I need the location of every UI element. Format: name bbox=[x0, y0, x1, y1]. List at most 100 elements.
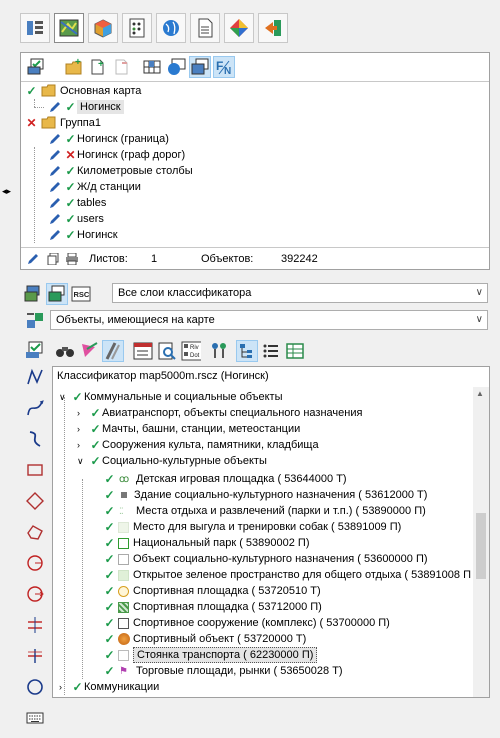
layers-list-icon[interactable] bbox=[20, 13, 50, 43]
chevron-down-icon[interactable]: ∨ bbox=[77, 456, 89, 467]
layer-select-dropdown[interactable]: Все слои классификатора ∨ bbox=[112, 283, 488, 303]
pencil-icon[interactable] bbox=[49, 213, 61, 225]
check-icon[interactable]: ✓ bbox=[89, 438, 102, 452]
pencil-icon[interactable] bbox=[27, 253, 39, 265]
tree-leaf[interactable]: ✓ Спортивный объект ( 53720000 Т) bbox=[103, 631, 306, 647]
tree-item-roads[interactable]: ✕ Ногинск (граф дорог) bbox=[49, 147, 185, 163]
table-view-icon[interactable] bbox=[284, 340, 306, 362]
tree-node-social-cultural[interactable]: ∨ ✓ Социально-культурные объекты bbox=[77, 453, 267, 469]
tree-leaf-selected[interactable]: ✓ Стоянка транспорта ( 62230000 П) bbox=[103, 647, 318, 663]
chevron-right-icon[interactable]: › bbox=[77, 440, 89, 450]
check-icon[interactable]: ✓ bbox=[64, 180, 77, 194]
add-document-icon[interactable]: + bbox=[87, 56, 109, 78]
list-view-icon[interactable] bbox=[260, 340, 282, 362]
parallel-line-icon[interactable] bbox=[24, 614, 46, 636]
chevron-right-icon[interactable]: › bbox=[77, 408, 89, 418]
splitter-arrows-icon[interactable]: ◂▸ bbox=[2, 186, 11, 197]
circle-tool-icon[interactable] bbox=[24, 676, 46, 698]
cube-icon[interactable] bbox=[88, 13, 118, 43]
tree-item-users[interactable]: ✓ users bbox=[49, 211, 104, 227]
check-icon[interactable]: ✓ bbox=[64, 132, 77, 146]
check-icon[interactable]: ✓ bbox=[64, 212, 77, 226]
tree-node-aviation[interactable]: › ✓ Авиатранспорт, объекты специального … bbox=[77, 405, 362, 421]
tree-leaf[interactable]: ✓ Спортивное сооружение (комплекс) ( 537… bbox=[103, 615, 389, 631]
pencil-icon[interactable] bbox=[49, 229, 61, 241]
exit-arrow-icon[interactable] bbox=[258, 13, 288, 43]
check-icon[interactable]: ✓ bbox=[103, 472, 116, 486]
pencil-icon[interactable] bbox=[49, 165, 61, 177]
check-icon[interactable]: ✓ bbox=[103, 648, 116, 662]
select-layers-icon[interactable] bbox=[25, 56, 47, 78]
map-grid-icon[interactable] bbox=[141, 56, 163, 78]
tree-leaf[interactable]: ✓ Здание социально-культурного назначени… bbox=[103, 487, 427, 503]
diamond-compass-icon[interactable] bbox=[224, 13, 254, 43]
tree-leaf[interactable]: ✓ Объект социально-культурного назначени… bbox=[103, 551, 427, 567]
pencil-icon[interactable] bbox=[49, 197, 61, 209]
tree-item-border[interactable]: ✓ Ногинск (граница) bbox=[49, 131, 169, 147]
tree-leaf[interactable]: ✓ Место для выгула и тренировки собак ( … bbox=[103, 519, 401, 535]
rsc-file-icon[interactable]: RSC bbox=[70, 283, 92, 305]
check-icon[interactable]: ✓ bbox=[103, 632, 116, 646]
paint-flag-icon[interactable] bbox=[78, 340, 100, 362]
check-icon[interactable]: ✓ bbox=[64, 100, 77, 114]
copy-icon[interactable] bbox=[47, 253, 59, 265]
check-icon[interactable]: ✓ bbox=[89, 406, 102, 420]
check-icon[interactable]: ✓ bbox=[89, 454, 102, 468]
binoculars-icon[interactable] bbox=[54, 340, 76, 362]
tree-item-noginsk-group[interactable]: ✓ Ногинск bbox=[49, 227, 118, 243]
check-icon[interactable]: ✓ bbox=[103, 600, 116, 614]
check-icon[interactable]: ✓ bbox=[71, 390, 84, 404]
check-icon[interactable]: ✓ bbox=[89, 422, 102, 436]
printer-icon[interactable] bbox=[65, 253, 79, 265]
tree-node-communal[interactable]: ∨ ✓ Коммунальные и социальные объекты bbox=[59, 389, 283, 405]
check-icon[interactable]: ✓ bbox=[103, 616, 116, 630]
object-select-dropdown[interactable]: Объекты, имеющиеся на карте ∨ bbox=[50, 310, 488, 330]
vertical-scrollbar[interactable]: ▲ bbox=[473, 387, 489, 697]
cross-icon[interactable]: ✕ bbox=[64, 148, 77, 162]
tree-item-km-posts[interactable]: ✓ Километровые столбы bbox=[49, 163, 193, 179]
check-icon[interactable]: ✓ bbox=[103, 488, 116, 502]
tree-item-tables[interactable]: ✓ tables bbox=[49, 195, 106, 211]
pencil-icon[interactable] bbox=[49, 149, 61, 161]
copy-maps-icon[interactable] bbox=[189, 56, 211, 78]
diamond-icon[interactable] bbox=[24, 490, 46, 512]
spline-icon[interactable] bbox=[24, 428, 46, 450]
tree-item-noginsk-main[interactable]: ✓ Ногинск bbox=[34, 99, 124, 115]
check-icon[interactable]: ✓ bbox=[103, 552, 116, 566]
riv-dot-icon[interactable]: Riv Dot bbox=[180, 340, 202, 362]
circle-arrow-icon[interactable] bbox=[24, 583, 46, 605]
tree-node-masts[interactable]: › ✓ Мачты, башни, станции, метеостанции bbox=[77, 421, 300, 437]
check-icon[interactable]: ✓ bbox=[103, 504, 116, 518]
tree-view-icon[interactable] bbox=[236, 340, 258, 362]
chevron-right-icon[interactable]: › bbox=[59, 682, 71, 692]
curve-tool-icon[interactable] bbox=[24, 397, 46, 419]
pencil-icon[interactable] bbox=[49, 181, 61, 193]
document-icon[interactable] bbox=[190, 13, 220, 43]
cross-icon[interactable]: ✕ bbox=[25, 116, 38, 130]
check-icon[interactable]: ✓ bbox=[103, 520, 116, 534]
table-grid-icon[interactable] bbox=[122, 13, 152, 43]
objects-filter-icon[interactable] bbox=[24, 309, 46, 331]
function-fn-icon[interactable]: FN bbox=[213, 56, 235, 78]
tree-folder-main-map[interactable]: ✓ Основная карта bbox=[25, 83, 141, 99]
remove-document-icon[interactable] bbox=[111, 56, 133, 78]
search-doc-icon[interactable] bbox=[156, 340, 178, 362]
check-icon[interactable]: ✓ bbox=[25, 84, 38, 98]
check-icon[interactable]: ✓ bbox=[103, 536, 116, 550]
tree-leaf[interactable]: ✓ ⚑ Торговые площади, рынки ( 53650028 Т… bbox=[103, 663, 342, 679]
window-list-icon[interactable] bbox=[132, 340, 154, 362]
chevron-right-icon[interactable]: › bbox=[77, 424, 89, 434]
hierarchy-tools-icon[interactable] bbox=[208, 340, 230, 362]
tree-leaf[interactable]: ✓ Спортивная площадка ( 53720510 Т) bbox=[103, 583, 320, 599]
tree-leaf[interactable]: ✓ Спортивная площадка ( 53712000 П) bbox=[103, 599, 321, 615]
check-icon[interactable]: ✓ bbox=[64, 228, 77, 242]
circle-arc-icon[interactable] bbox=[24, 552, 46, 574]
tree-item-railway[interactable]: ✓ Ж/д станции bbox=[49, 179, 141, 195]
polygon-icon[interactable] bbox=[24, 521, 46, 543]
tree-leaf[interactable]: ✓ ꝏ Детская игровая площадка ( 53644000 … bbox=[103, 471, 346, 487]
tree-leaf[interactable]: ✓ Национальный парк ( 53890002 П) bbox=[103, 535, 309, 551]
check-icon[interactable]: ✓ bbox=[71, 680, 84, 694]
check-icon[interactable]: ✓ bbox=[103, 568, 116, 582]
layers-stack-alt-icon[interactable] bbox=[46, 283, 68, 305]
tree-node-cult[interactable]: › ✓ Сооружения культа, памятники, кладби… bbox=[77, 437, 319, 453]
